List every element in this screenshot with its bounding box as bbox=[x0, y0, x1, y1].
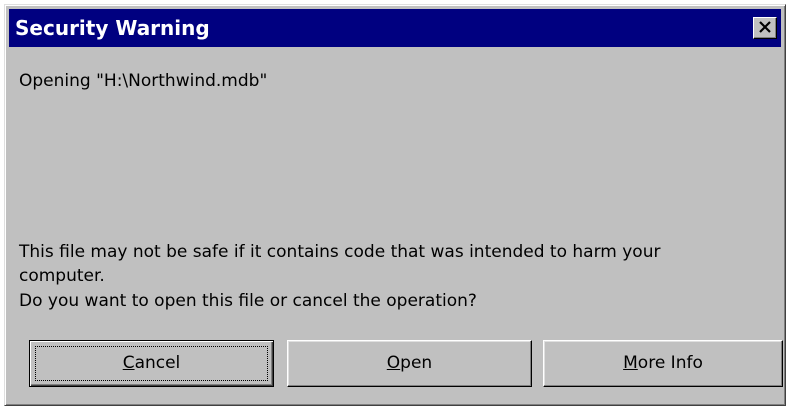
close-button[interactable] bbox=[753, 17, 777, 39]
opening-file-text: Opening "H:\Northwind.mdb" bbox=[19, 71, 268, 91]
open-access-key: O bbox=[386, 353, 401, 373]
title-bar[interactable]: Security Warning bbox=[9, 9, 781, 47]
close-icon bbox=[759, 21, 771, 33]
question-text: Do you want to open this file or cancel … bbox=[19, 291, 477, 311]
more-info-access-key: M bbox=[623, 353, 638, 373]
warning-text-line-2: computer. bbox=[19, 266, 105, 286]
security-warning-dialog: Security Warning Opening "H:\Northwind.m… bbox=[4, 4, 786, 406]
dialog-title: Security Warning bbox=[15, 16, 210, 40]
cancel-button[interactable]: Cancel bbox=[29, 340, 274, 387]
cancel-access-key: C bbox=[122, 353, 135, 373]
cancel-label-rest: ancel bbox=[134, 353, 181, 373]
open-label-rest: pen bbox=[400, 353, 433, 373]
more-info-label-rest: ore Info bbox=[637, 353, 703, 373]
open-button[interactable]: Open bbox=[287, 340, 532, 387]
warning-text-line-1: This file may not be safe if it contains… bbox=[19, 242, 661, 262]
more-info-button[interactable]: More Info bbox=[543, 340, 783, 387]
